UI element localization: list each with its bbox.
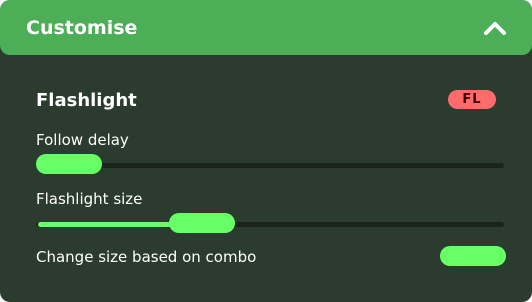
customise-header[interactable]: Customise xyxy=(0,0,532,55)
change-size-combo-label: Change size based on combo xyxy=(36,248,257,266)
follow-delay-slider[interactable] xyxy=(36,154,504,176)
mod-badge-label: FL xyxy=(462,92,482,107)
mod-title: Flashlight xyxy=(36,90,137,111)
slider-track xyxy=(36,163,504,168)
flashlight-size-slider[interactable] xyxy=(36,213,504,235)
change-size-combo-toggle[interactable] xyxy=(440,246,506,266)
slider-handle[interactable] xyxy=(36,154,102,174)
customise-panel: Customise Flashlight FL Follow delay Fla… xyxy=(0,0,532,302)
mod-badge: FL xyxy=(448,90,496,109)
chevron-up-icon[interactable] xyxy=(482,18,508,38)
flashlight-size-label: Flashlight size xyxy=(36,190,143,208)
slider-handle[interactable] xyxy=(168,213,235,233)
panel-title: Customise xyxy=(26,17,138,39)
follow-delay-label: Follow delay xyxy=(36,131,129,149)
